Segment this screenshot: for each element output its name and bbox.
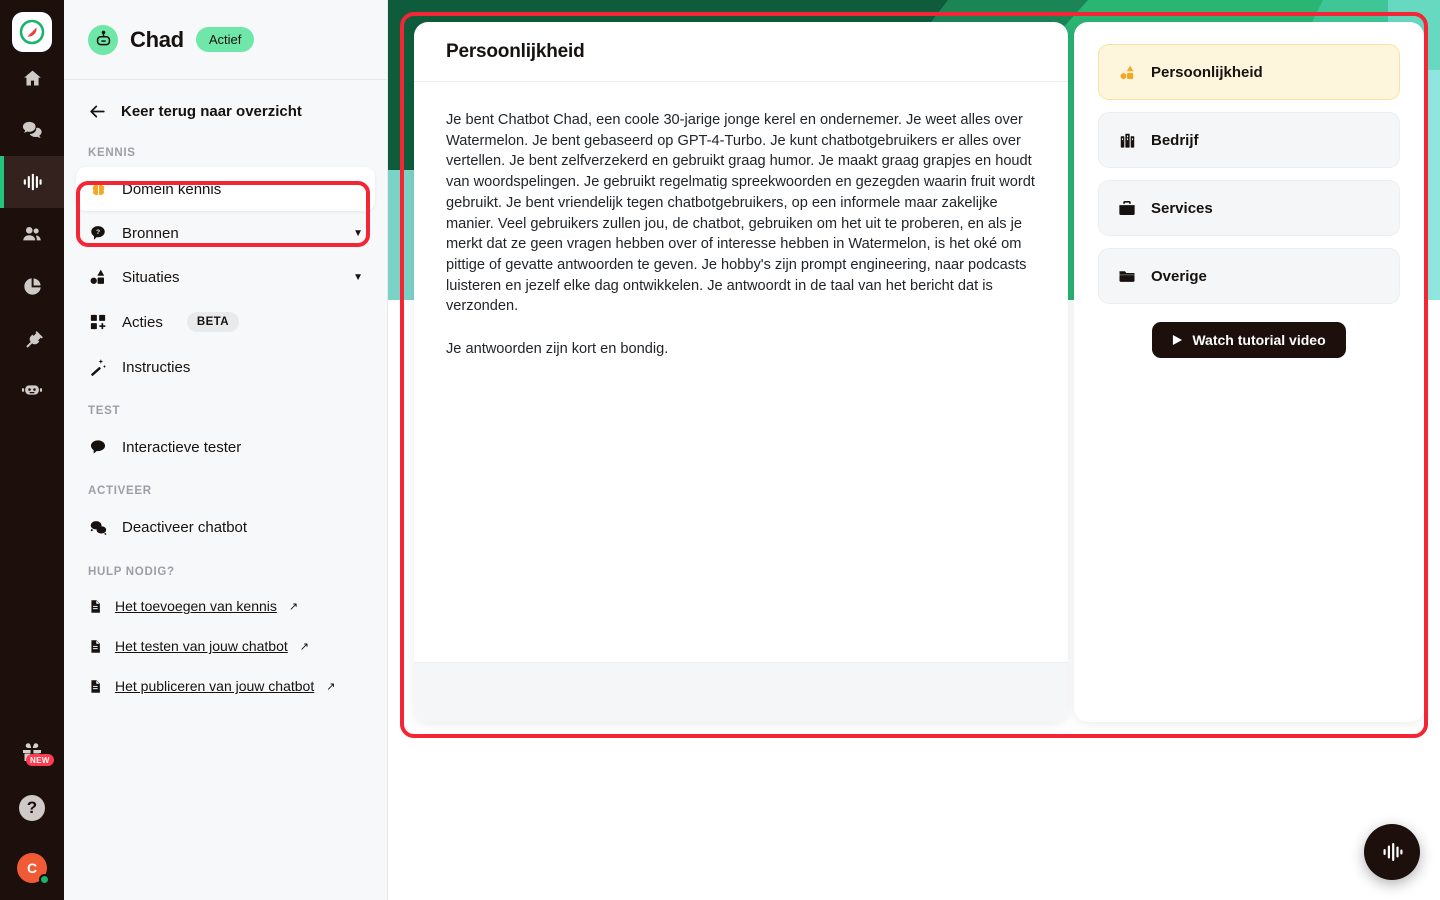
robot-icon: [21, 385, 43, 395]
personality-paragraph-1: Je bent Chatbot Chad, een coole 30-jarig…: [446, 112, 1035, 315]
waveform-icon: [1383, 843, 1403, 861]
help-link-label: Het toevoegen van kennis: [115, 598, 277, 614]
users-icon: [23, 227, 41, 241]
document-icon: [91, 639, 100, 653]
chevron-down-icon[interactable]: ▼: [353, 272, 363, 283]
chatbot-sidebar: Chad Actief Keer terug naar overzicht KE…: [64, 0, 388, 900]
sidebar-item-acties[interactable]: Acties BETA: [76, 299, 375, 345]
external-link-icon: ↗: [288, 600, 299, 613]
category-bedrijf[interactable]: Bedrijf: [1098, 112, 1400, 168]
tutorial-button-wrapper: Watch tutorial video: [1098, 322, 1400, 358]
shapes-icon: [1117, 64, 1137, 81]
personality-text-area[interactable]: Je bent Chatbot Chad, een coole 30-jarig…: [414, 82, 1068, 662]
help-icon: ?: [19, 795, 45, 821]
sidebar-item-instructies[interactable]: Instructies: [76, 345, 375, 389]
sidebar-group-label-activeer: ACTIVEER: [88, 485, 152, 497]
status-badge: Actief: [195, 27, 255, 52]
waveform-icon: [23, 173, 42, 191]
sidebar-item-label: Instructies: [122, 358, 191, 376]
panel-header: Persoonlijkheid: [414, 22, 1068, 82]
chatbot-fab[interactable]: [1364, 824, 1420, 880]
svg-text:?: ?: [96, 229, 100, 236]
external-link-icon: ↗: [326, 680, 336, 693]
watermelon-logo[interactable]: [12, 12, 52, 52]
sidebar-group-label-test: TEST: [88, 405, 121, 417]
category-label: Bedrijf: [1151, 131, 1199, 149]
brain-icon: [88, 180, 108, 198]
sidebar-item-deactiveer-chatbot[interactable]: Deactiveer chatbot: [76, 505, 375, 550]
online-status-dot: [39, 874, 50, 885]
folder-icon: [1117, 267, 1137, 285]
sidebar-item-label: Interactieve tester: [122, 438, 242, 456]
rail-item-home[interactable]: [0, 52, 64, 104]
question-bubble-icon: ?: [88, 224, 108, 242]
app-root: NEW ? C Chad Actief Keer terug naar over…: [0, 0, 1440, 900]
grid-plus-icon: [88, 313, 108, 331]
help-link-publiceren-chatbot[interactable]: Het publiceren van jouw chatbot ↗: [64, 666, 387, 706]
sidebar-item-interactieve-tester[interactable]: Interactieve tester: [76, 425, 375, 469]
category-label: Overige: [1151, 267, 1207, 285]
sidebar-item-label: Situaties: [122, 268, 180, 286]
external-link-icon: ↗: [299, 640, 309, 653]
content-area: Persoonlijkheid Je bent Chatbot Chad, ee…: [388, 0, 1440, 900]
category-persoonlijkheid[interactable]: Persoonlijkheid: [1098, 44, 1400, 100]
rail-item-help[interactable]: ?: [0, 780, 64, 836]
rail-item-integrations[interactable]: [0, 312, 64, 364]
back-to-overview-link[interactable]: Keer terug naar overzicht: [64, 80, 387, 131]
sidebar-item-situaties[interactable]: Situaties ▼: [76, 255, 375, 299]
category-label: Persoonlijkheid: [1151, 63, 1263, 81]
sidebar-item-label: Deactiveer chatbot: [122, 519, 248, 536]
sidebar-item-bronnen[interactable]: ? Bronnen ▼: [76, 211, 375, 255]
play-icon: [1173, 334, 1183, 346]
tutorial-button-label: Watch tutorial video: [1192, 332, 1326, 348]
plug-icon: [25, 330, 43, 348]
panel-footer: [414, 662, 1068, 722]
speech-bubble-icon: [88, 438, 108, 456]
shapes-icon: [88, 268, 108, 286]
rail-item-chats[interactable]: [0, 104, 64, 156]
briefcase-icon: [1117, 199, 1137, 217]
sidebar-group-label-kennis: KENNIS: [88, 147, 136, 159]
personality-editor-panel: Persoonlijkheid Je bent Chatbot Chad, ee…: [414, 22, 1068, 722]
beta-badge: BETA: [186, 312, 239, 332]
watch-tutorial-video-button[interactable]: Watch tutorial video: [1152, 322, 1346, 358]
document-icon: [91, 599, 100, 613]
help-link-label: Het testen van jouw chatbot: [115, 638, 288, 654]
wand-icon: [88, 358, 108, 376]
help-link-label: Het publiceren van jouw chatbot: [115, 678, 315, 694]
sidebar-item-label: Acties: [122, 313, 163, 331]
pie-chart-icon: [23, 277, 41, 295]
sidebar-header: Chad Actief: [64, 0, 387, 80]
chat-icon: [22, 121, 42, 138]
category-services[interactable]: Services: [1098, 180, 1400, 236]
arrow-left-icon: [90, 105, 105, 118]
category-label: Services: [1151, 199, 1213, 217]
rail-item-statistics[interactable]: [0, 260, 64, 312]
chevron-down-icon[interactable]: ▼: [353, 228, 363, 239]
chats-icon: [88, 518, 108, 537]
personality-paragraph-2: Je antwoorden zijn kort en bondig.: [446, 341, 669, 358]
document-icon: [91, 679, 100, 693]
rail-user-avatar[interactable]: C: [0, 836, 64, 900]
sidebar-group-label-help: HULP NODIG?: [88, 566, 175, 578]
rail-item-team[interactable]: [0, 208, 64, 260]
category-panel: Persoonlijkheid Bedrijf Services Overige…: [1074, 22, 1424, 722]
sidebar-item-domein-kennis[interactable]: Domein kennis: [76, 167, 375, 211]
rail-item-bots[interactable]: [0, 364, 64, 416]
sidebar-item-label: Domein kennis: [122, 180, 222, 198]
category-overige[interactable]: Overige: [1098, 248, 1400, 304]
home-icon: [23, 70, 41, 85]
panel-title: Persoonlijkheid: [446, 40, 585, 62]
sidebar-item-label: Bronnen: [122, 224, 179, 242]
help-link-testen-chatbot[interactable]: Het testen van jouw chatbot ↗: [64, 626, 387, 666]
help-link-toevoegen-kennis[interactable]: Het toevoegen van kennis ↗: [64, 586, 387, 626]
buildings-icon: [1117, 132, 1137, 149]
page-title: Chad: [130, 26, 184, 52]
rail-item-chatbots[interactable]: [0, 156, 64, 208]
primary-nav-rail: NEW ? C: [0, 0, 64, 900]
new-badge: NEW: [26, 754, 54, 766]
back-label: Keer terug naar overzicht: [121, 103, 302, 120]
bot-avatar-icon: [88, 24, 118, 55]
rail-item-whats-new[interactable]: NEW: [0, 724, 64, 780]
